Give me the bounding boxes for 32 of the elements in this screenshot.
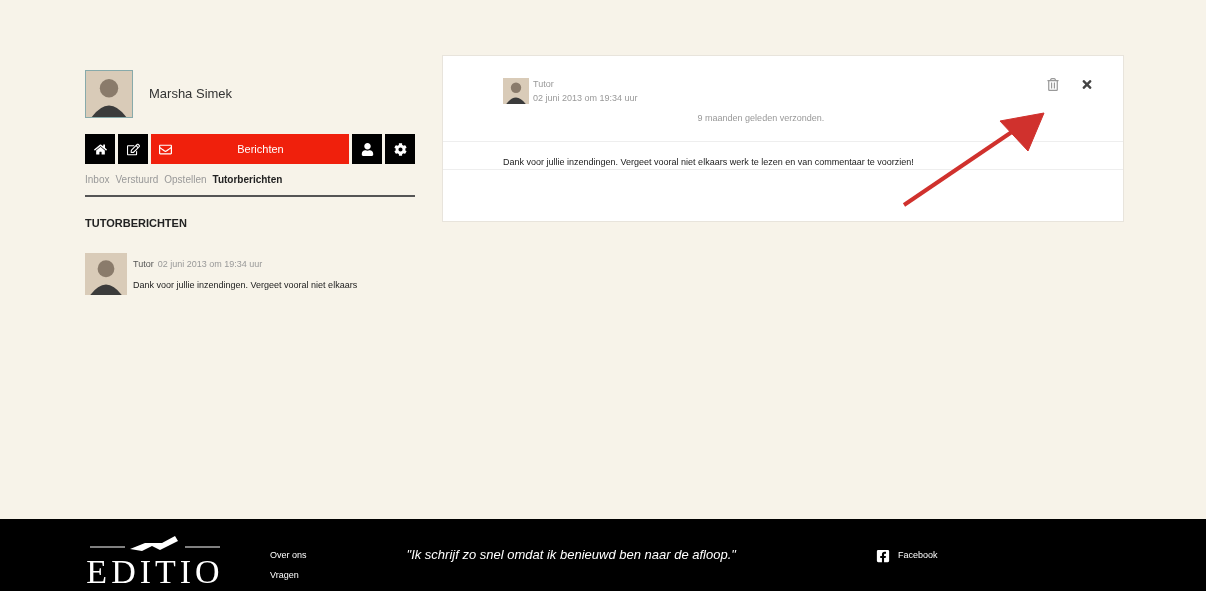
sent-ago-text: 9 maanden geleden verzonden. xyxy=(697,112,825,125)
message-date: 02 juni 2013 om 19:34 uur xyxy=(157,257,263,271)
edit-button[interactable] xyxy=(118,134,148,164)
message-body: Dank voor jullie inzendingen. Vergeet vooral niet elkaars werk te lezen en van commentaar te voorzien! xyxy=(503,157,914,167)
message-item[interactable]: Tutor 02 juni 2013 om 19:34 uur Dank voor jullie inzendingen. Vergeet vooral niet elkaars xyxy=(85,251,415,296)
facebook-icon xyxy=(875,549,890,563)
mail-button[interactable]: Berichten xyxy=(151,134,349,164)
avatar-icon xyxy=(503,78,529,104)
settings-button[interactable] xyxy=(385,134,415,164)
logo-text: EDITIO xyxy=(86,555,224,589)
user-name: Marsha Simek xyxy=(149,85,233,104)
user-button[interactable] xyxy=(352,134,382,164)
settings-icon xyxy=(393,142,407,156)
user-icon xyxy=(360,142,374,156)
home-button[interactable] xyxy=(85,134,115,164)
message-date: 02 juni 2013 om 19:34 uur xyxy=(533,91,638,105)
footer-link[interactable]: Vragen xyxy=(270,568,307,582)
avatar-icon xyxy=(85,70,133,118)
avatar-icon xyxy=(85,251,127,296)
edit-icon xyxy=(126,142,140,156)
subnav-link[interactable]: Tutorberichten xyxy=(212,172,283,187)
section-title: TUTORBERICHTEN xyxy=(85,216,188,231)
mail-icon xyxy=(159,142,172,156)
delete-button[interactable] xyxy=(1047,78,1059,91)
message-sender: Tutor xyxy=(133,257,154,271)
home-icon xyxy=(93,142,107,156)
social-link[interactable]: Facebook xyxy=(875,549,938,563)
close-button[interactable] xyxy=(1081,78,1093,91)
message-preview: Dank voor jullie inzendingen. Vergeet vooral niet elkaars xyxy=(133,279,358,292)
footer-quote: "Ik schrijf zo snel omdat ik benieuwd ben naar de afloop." xyxy=(406,546,736,564)
message-sender: Tutor xyxy=(533,78,555,91)
footer-link[interactable]: Over ons xyxy=(270,549,307,563)
